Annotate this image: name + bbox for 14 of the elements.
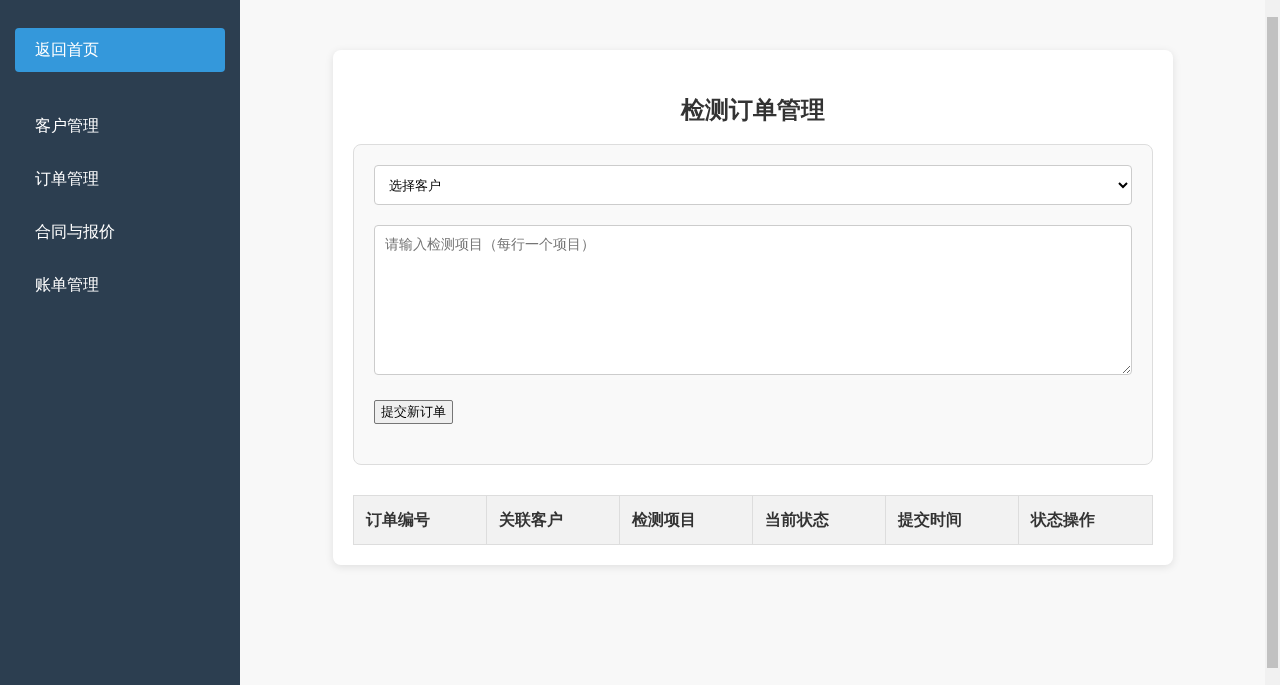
- submit-button[interactable]: 提交新订单: [373, 400, 453, 424]
- items-field[interactable]: 请输入检测项目（每行一个项目）: [373, 225, 1132, 375]
- sidebar-item[interactable]: 订单管理: [15, 169, 225, 189]
- page-title: 检测订单管理: [679, 95, 826, 126]
- column-header: 关联客户: [486, 495, 620, 544]
- column-header: 状态操作: [1018, 495, 1152, 544]
- sidebar-item[interactable]: 客户管理: [15, 116, 225, 136]
- column-header: 订单编号: [353, 495, 487, 544]
- customer-select[interactable]: 选择客户: [373, 165, 1132, 205]
- sidebar-item[interactable]: 账单管理: [15, 275, 225, 295]
- column-header: 当前状态: [752, 495, 886, 544]
- column-header: 提交时间: [885, 495, 1019, 544]
- column-header: 检测项目: [619, 495, 753, 544]
- sidebar-item[interactable]: 合同与报价: [15, 222, 225, 242]
